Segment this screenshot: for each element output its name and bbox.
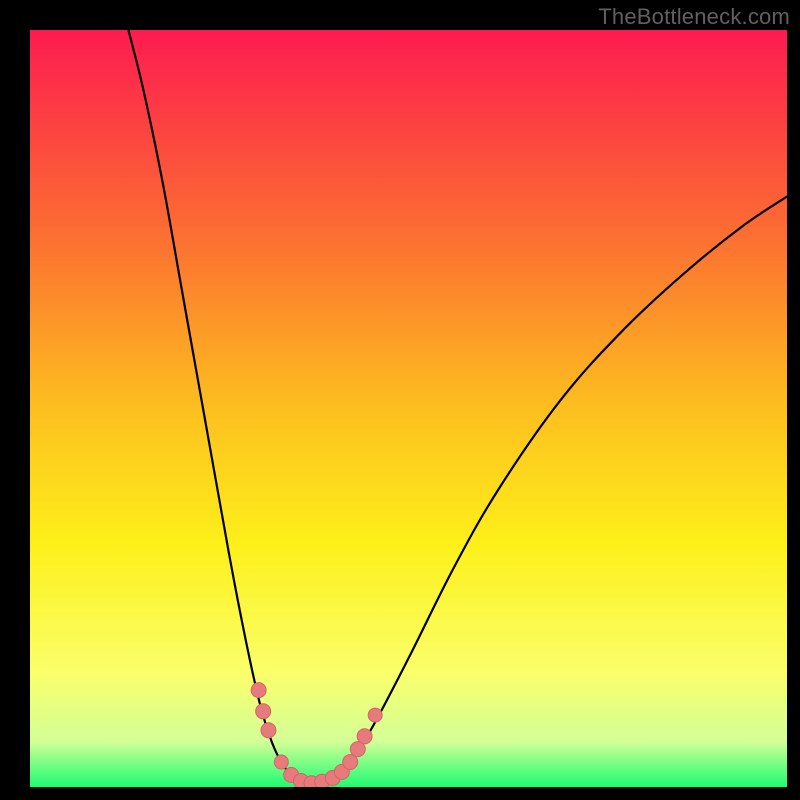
watermark-label: TheBottleneck.com xyxy=(598,4,790,30)
data-marker xyxy=(274,755,288,769)
chart-frame: { "watermark": "TheBottleneck.com", "col… xyxy=(0,0,800,800)
bottleneck-chart xyxy=(0,0,800,800)
plot-background xyxy=(30,30,787,787)
data-marker xyxy=(368,708,382,722)
data-marker xyxy=(261,723,276,738)
data-marker xyxy=(357,729,372,744)
data-marker xyxy=(256,704,271,719)
data-marker xyxy=(251,683,266,698)
